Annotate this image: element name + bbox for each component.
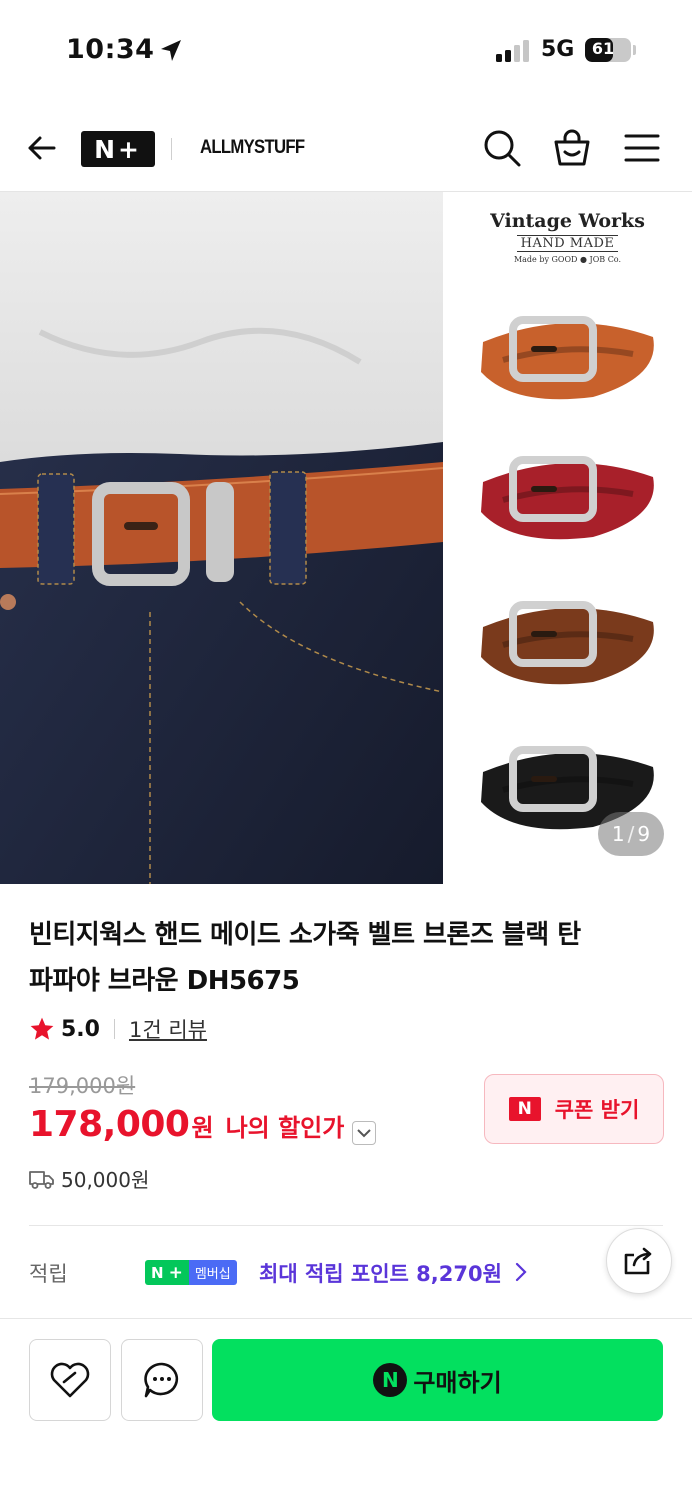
naver-pay-n-icon: N bbox=[373, 1363, 408, 1397]
product-title: 빈티지웍스 핸드 메이드 소가죽 벨트 브론즈 블랙 탄 파파야 브라운 DH5… bbox=[29, 912, 649, 1004]
buy-now-button[interactable]: N 구매하기 bbox=[212, 1339, 663, 1421]
bottom-action-bar: N 구매하기 bbox=[0, 1318, 692, 1500]
belt-hole bbox=[531, 486, 557, 492]
brand-logo: Vintage Works HAND MADE Made by GOOD ● J… bbox=[443, 210, 692, 264]
back-arrow-icon[interactable] bbox=[24, 130, 60, 166]
rating-divider bbox=[113, 1019, 115, 1039]
status-time: 10:34 bbox=[66, 34, 155, 65]
shopping-bag-icon[interactable] bbox=[552, 128, 592, 168]
original-price: 179,000원 bbox=[29, 1074, 136, 1098]
variant-belt-brown bbox=[481, 601, 654, 685]
battery-indicator: 61 bbox=[585, 38, 631, 62]
sale-price: 178,000 bbox=[29, 1104, 190, 1145]
shipping-info: 50,000원 bbox=[29, 1164, 149, 1193]
hamburger-menu-icon[interactable] bbox=[624, 132, 660, 164]
share-icon bbox=[624, 1247, 652, 1275]
status-bar: 10:34 5G 61 bbox=[0, 0, 692, 100]
membership-label: 멤버십 bbox=[188, 1260, 237, 1285]
chat-bubble-icon bbox=[144, 1362, 179, 1398]
naver-n-badge: N bbox=[508, 1097, 541, 1121]
heart-icon bbox=[50, 1362, 90, 1398]
chevron-down-icon bbox=[357, 1129, 372, 1138]
chevron-right-icon bbox=[515, 1262, 527, 1282]
search-icon[interactable] bbox=[482, 128, 522, 168]
battery-level: 61 bbox=[591, 39, 615, 58]
sale-price-unit: 원 bbox=[191, 1114, 214, 1142]
belt-hole bbox=[531, 776, 557, 782]
naver-plus-badge: N + bbox=[145, 1260, 189, 1285]
product-title-line-2: 파파야 브라운 DH5675 bbox=[29, 966, 300, 996]
belt-hole bbox=[531, 346, 557, 352]
favorite-button[interactable] bbox=[29, 1339, 111, 1421]
naver-plus-membership-badge: N + 멤버십 bbox=[145, 1260, 237, 1285]
share-button[interactable] bbox=[606, 1228, 672, 1294]
belt-hole bbox=[531, 631, 557, 637]
shipping-fee: 50,000원 bbox=[61, 1168, 150, 1192]
talk-talk-button[interactable] bbox=[121, 1339, 203, 1421]
buy-now-label: 구매하기 bbox=[413, 1368, 502, 1397]
brand-maker: Made by GOOD ● JOB Co. bbox=[513, 255, 622, 264]
discount-expand-button[interactable] bbox=[352, 1121, 377, 1145]
my-discount-price-label[interactable]: 나의 할인가 bbox=[226, 1108, 345, 1143]
product-image-gallery[interactable]: Vintage Works HAND MADE Made by GOOD ● J… bbox=[0, 192, 692, 884]
rating-summary: 5.0 1건 리뷰 bbox=[29, 1014, 207, 1044]
variant-belt-tan bbox=[481, 316, 654, 400]
max-points-text: 최대 적립 포인트 8,270원 bbox=[259, 1262, 502, 1286]
rating-score: 5.0 bbox=[61, 1016, 100, 1042]
star-icon bbox=[30, 1017, 54, 1040]
location-arrow-icon bbox=[161, 40, 181, 61]
top-navigation: N+ ALLMYSTUFF bbox=[0, 110, 692, 192]
variant-belt-red bbox=[481, 456, 654, 540]
image-counter: 1 / 9 bbox=[598, 812, 664, 856]
battery-tip bbox=[633, 45, 636, 55]
get-coupon-button[interactable]: N 쿠폰 받기 bbox=[484, 1074, 664, 1144]
variant-thumbnail-strip: Vintage Works HAND MADE Made by GOOD ● J… bbox=[443, 192, 692, 884]
image-counter-current: 1 bbox=[611, 822, 625, 846]
store-name[interactable]: ALLMYSTUFF bbox=[200, 137, 305, 159]
review-count-link[interactable]: 1건 리뷰 bbox=[129, 1014, 207, 1044]
coupon-label: 쿠폰 받기 bbox=[554, 1098, 640, 1122]
naver-plus-logo[interactable]: N+ bbox=[81, 131, 155, 167]
points-row[interactable]: 적립 N + 멤버십 최대 적립 포인트 8,270원 bbox=[29, 1255, 663, 1291]
product-title-line-1: 빈티지웍스 핸드 메이드 소가죽 벨트 브론즈 블랙 탄 bbox=[29, 920, 581, 950]
main-product-photo[interactable] bbox=[0, 192, 443, 884]
header-divider bbox=[171, 138, 172, 160]
network-type: 5G bbox=[541, 37, 575, 62]
brand-title: Vintage Works bbox=[490, 210, 645, 232]
brand-subtitle: HAND MADE bbox=[516, 235, 619, 252]
delivery-truck-icon bbox=[29, 1170, 54, 1189]
points-label: 적립 bbox=[29, 1262, 68, 1286]
sale-price-row: 178,000 원 나의 할인가 bbox=[29, 1104, 377, 1145]
cellular-signal-icon bbox=[496, 40, 529, 62]
image-counter-total: 9 bbox=[637, 822, 651, 846]
section-divider bbox=[29, 1225, 663, 1226]
